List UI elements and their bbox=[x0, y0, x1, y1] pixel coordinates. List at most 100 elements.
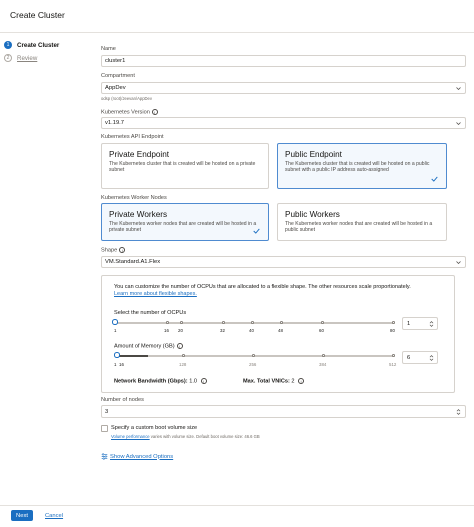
info-icon[interactable]: i bbox=[176, 343, 183, 349]
public-workers-card[interactable]: Public Workers The Kubernetes worker nod… bbox=[277, 203, 447, 241]
bandwidth-label: Network Bandwidth (Gbps): bbox=[114, 378, 188, 385]
next-button[interactable]: Next bbox=[11, 510, 33, 521]
sliders-icon bbox=[101, 453, 108, 460]
slider-tick bbox=[322, 354, 325, 357]
card-description: The Kubernetes cluster that is created w… bbox=[285, 161, 430, 174]
compartment-label: Compartment bbox=[101, 73, 135, 79]
slider-tick bbox=[252, 354, 255, 357]
ocpu-slider-track[interactable] bbox=[116, 322, 394, 324]
shape-label: Shape i bbox=[101, 247, 126, 254]
step-label: Create Cluster bbox=[17, 41, 60, 49]
step-number: 1 bbox=[4, 41, 12, 49]
compartment-value: AppDev bbox=[105, 85, 126, 91]
k8s-version-value: v1.19.7 bbox=[105, 120, 125, 126]
max-vnics: Max. Total VNICs: 2 i bbox=[243, 378, 305, 385]
checkmark-icon bbox=[253, 228, 260, 234]
card-title: Private Endpoint bbox=[109, 150, 170, 159]
card-title: Public Workers bbox=[285, 210, 340, 219]
memory-tick-label: 256 bbox=[249, 362, 257, 367]
memory-slider-thumb[interactable] bbox=[114, 352, 120, 358]
volume-performance-link[interactable]: Volume performance bbox=[111, 434, 150, 439]
ocpu-tick-label: 40 bbox=[249, 328, 254, 333]
card-description: The Kubernetes cluster that is created w… bbox=[109, 161, 256, 174]
node-count-value: 3 bbox=[105, 408, 109, 415]
card-title: Private Workers bbox=[109, 210, 168, 219]
slider-tick bbox=[392, 321, 395, 324]
ocpu-tick-label: 60 bbox=[319, 328, 324, 333]
show-advanced-options[interactable]: Show Advanced Options bbox=[101, 453, 173, 460]
stepper-icon[interactable] bbox=[456, 408, 461, 416]
memory-tick-label: 128 bbox=[179, 362, 187, 367]
slider-tick bbox=[392, 354, 395, 357]
private-endpoint-card[interactable]: Private Endpoint The Kubernetes cluster … bbox=[101, 143, 269, 189]
chevron-down-icon bbox=[456, 122, 461, 126]
memory-label-text: Amount of Memory (GB) bbox=[114, 343, 175, 350]
info-icon[interactable]: i bbox=[119, 247, 126, 253]
info-icon[interactable]: i bbox=[200, 378, 207, 384]
ocpu-tick-label: 20 bbox=[178, 328, 183, 333]
public-endpoint-card[interactable]: Public Endpoint The Kubernetes cluster t… bbox=[277, 143, 447, 189]
memory-min-label: 1 bbox=[114, 362, 117, 367]
shape-info-text: You can customize the number of OCPUs th… bbox=[114, 284, 444, 298]
memory-amount-input[interactable]: 6 bbox=[402, 351, 438, 364]
step-review[interactable]: 2 Review bbox=[4, 53, 37, 63]
stepper-icon[interactable] bbox=[429, 320, 434, 328]
ocpu-tick-label: 48 bbox=[278, 328, 283, 333]
memory-slider-track[interactable] bbox=[116, 355, 394, 357]
ocpu-tick-label: 16 bbox=[164, 328, 169, 333]
card-description: The Kubernetes worker nodes that are cre… bbox=[285, 221, 433, 234]
learn-more-link[interactable]: Learn more about flexible shapes. bbox=[114, 291, 197, 297]
ocpu-slider-thumb[interactable] bbox=[112, 319, 118, 325]
slider-tick bbox=[180, 321, 183, 324]
ocpu-tick-label: 1 bbox=[114, 328, 117, 333]
vnics-label: Max. Total VNICs: bbox=[243, 378, 290, 385]
name-label: Name bbox=[101, 46, 116, 52]
slider-tick bbox=[321, 321, 324, 324]
slider-tick bbox=[280, 321, 283, 324]
chevron-down-icon bbox=[456, 261, 461, 265]
boot-volume-note-text: varies with volume size. Default boot vo… bbox=[149, 434, 260, 439]
page-footer bbox=[0, 505, 474, 527]
ocpu-count-input[interactable]: 1 bbox=[402, 317, 438, 330]
stepper-icon[interactable] bbox=[429, 354, 434, 362]
slider-tick bbox=[251, 321, 254, 324]
memory-amount-value: 6 bbox=[407, 354, 411, 361]
page-title: Create Cluster bbox=[10, 10, 65, 20]
checkmark-icon bbox=[431, 176, 438, 182]
card-description: The Kubernetes worker nodes that are cre… bbox=[109, 221, 257, 234]
bandwidth-value: 1.0 bbox=[189, 378, 197, 385]
boot-volume-note: Volume performance varies with volume si… bbox=[111, 434, 260, 439]
ocpu-count-value: 1 bbox=[407, 320, 411, 327]
k8s-version-label-text: Kubernetes Version bbox=[101, 109, 150, 116]
info-icon[interactable]: i bbox=[298, 378, 305, 384]
boot-volume-label: Specify a custom boot volume size bbox=[111, 425, 198, 431]
shape-value: VM.Standard.A1.Flex bbox=[105, 259, 161, 265]
name-input[interactable]: cluster1 bbox=[101, 55, 466, 67]
show-advanced-options-link[interactable]: Show Advanced Options bbox=[110, 454, 173, 460]
ocpu-label: Select the number of OCPUs bbox=[114, 310, 187, 316]
slider-tick bbox=[166, 321, 169, 324]
shape-select[interactable]: VM.Standard.A1.Flex bbox=[101, 256, 466, 268]
ocpu-tick-label: 80 bbox=[390, 328, 395, 333]
info-icon[interactable]: i bbox=[151, 109, 158, 115]
shape-info-description: You can customize the number of OCPUs th… bbox=[114, 284, 411, 290]
compartment-path: odsp (root)/Jeevan/AppDev bbox=[101, 96, 152, 101]
compartment-select[interactable]: AppDev bbox=[101, 82, 466, 94]
memory-slider-fill bbox=[116, 355, 148, 357]
step-label[interactable]: Review bbox=[17, 55, 37, 62]
step-number: 2 bbox=[4, 54, 12, 62]
k8s-version-label: Kubernetes Version i bbox=[101, 109, 158, 115]
k8s-version-select[interactable]: v1.19.7 bbox=[101, 117, 466, 129]
network-bandwidth: Network Bandwidth (Gbps): 1.0 i bbox=[114, 378, 207, 384]
cancel-link[interactable]: Cancel bbox=[45, 513, 63, 519]
memory-label: Amount of Memory (GB) i bbox=[114, 343, 183, 349]
step-create-cluster: 1 Create Cluster bbox=[4, 40, 59, 50]
page-header bbox=[0, 0, 474, 33]
private-workers-card[interactable]: Private Workers The Kubernetes worker no… bbox=[101, 203, 269, 241]
vnics-value: 2 bbox=[291, 378, 295, 385]
boot-volume-checkbox[interactable] bbox=[101, 425, 108, 432]
node-count-input[interactable]: 3 bbox=[101, 405, 466, 418]
shape-label-text: Shape bbox=[101, 247, 118, 254]
memory-tick-label: 16 bbox=[119, 362, 124, 367]
card-title: Public Endpoint bbox=[285, 150, 342, 159]
